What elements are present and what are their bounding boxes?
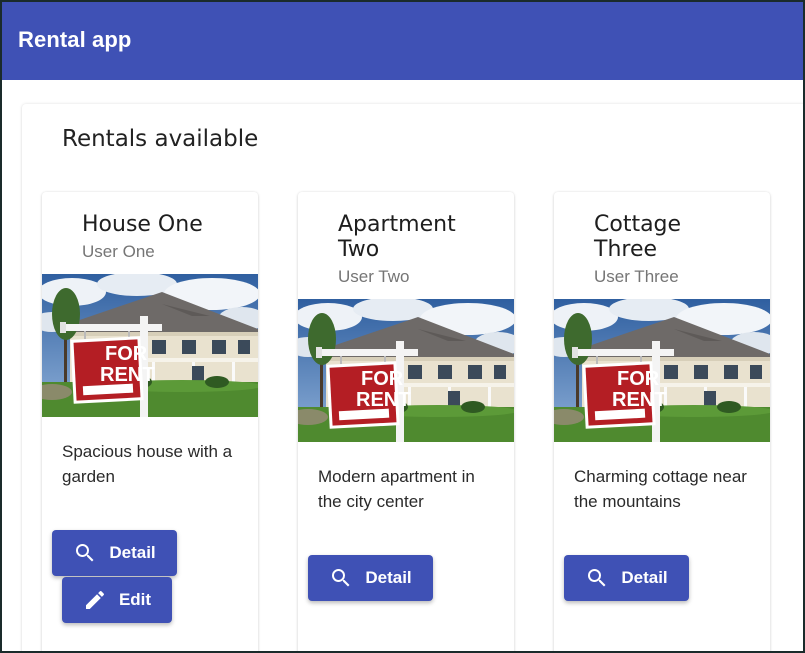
rental-name: Apartment Two <box>338 212 456 262</box>
sign-line-2: RENT <box>100 364 154 386</box>
rental-photo: FOR RENT <box>554 299 770 442</box>
detail-button-1[interactable]: Detail <box>52 530 177 576</box>
detail-button-label: Detail <box>621 568 668 587</box>
rental-photo: FOR RENT <box>42 274 258 417</box>
search-icon <box>588 569 606 587</box>
search-icon <box>76 544 94 562</box>
detail-button-label: Detail <box>365 568 412 587</box>
detail-button-3[interactable]: Detail <box>564 555 689 601</box>
sign-line-2: RENT <box>612 389 666 411</box>
rental-owner: User Two <box>338 267 410 286</box>
edit-button-1[interactable]: Edit <box>62 577 172 623</box>
search-icon <box>332 569 350 587</box>
app-title: Rental app <box>18 27 132 52</box>
app-toolbar: Rental app <box>0 0 805 80</box>
section-title: Rentals available <box>62 126 259 152</box>
rental-owner: User One <box>82 242 155 261</box>
rental-name: Cottage Three <box>594 212 682 262</box>
sign-line-1: FOR <box>361 368 404 390</box>
detail-button-label: Detail <box>109 543 156 562</box>
rental-photo: FOR RENT <box>298 299 514 442</box>
sign-line-2: RENT <box>356 389 410 411</box>
rental-name: House One <box>82 212 203 237</box>
pencil-icon <box>85 590 104 609</box>
rental-description: Spacious house with a garden <box>62 442 233 486</box>
edit-button-label: Edit <box>118 590 152 609</box>
sign-line-1: FOR <box>105 343 148 365</box>
rental-owner: User Three <box>594 267 679 286</box>
sign-line-1: FOR <box>617 368 660 390</box>
rental-description: Charming cottage near the mountains <box>574 467 747 511</box>
rental-description: Modern apartment in the city center <box>318 467 475 511</box>
detail-button-2[interactable]: Detail <box>308 555 433 601</box>
